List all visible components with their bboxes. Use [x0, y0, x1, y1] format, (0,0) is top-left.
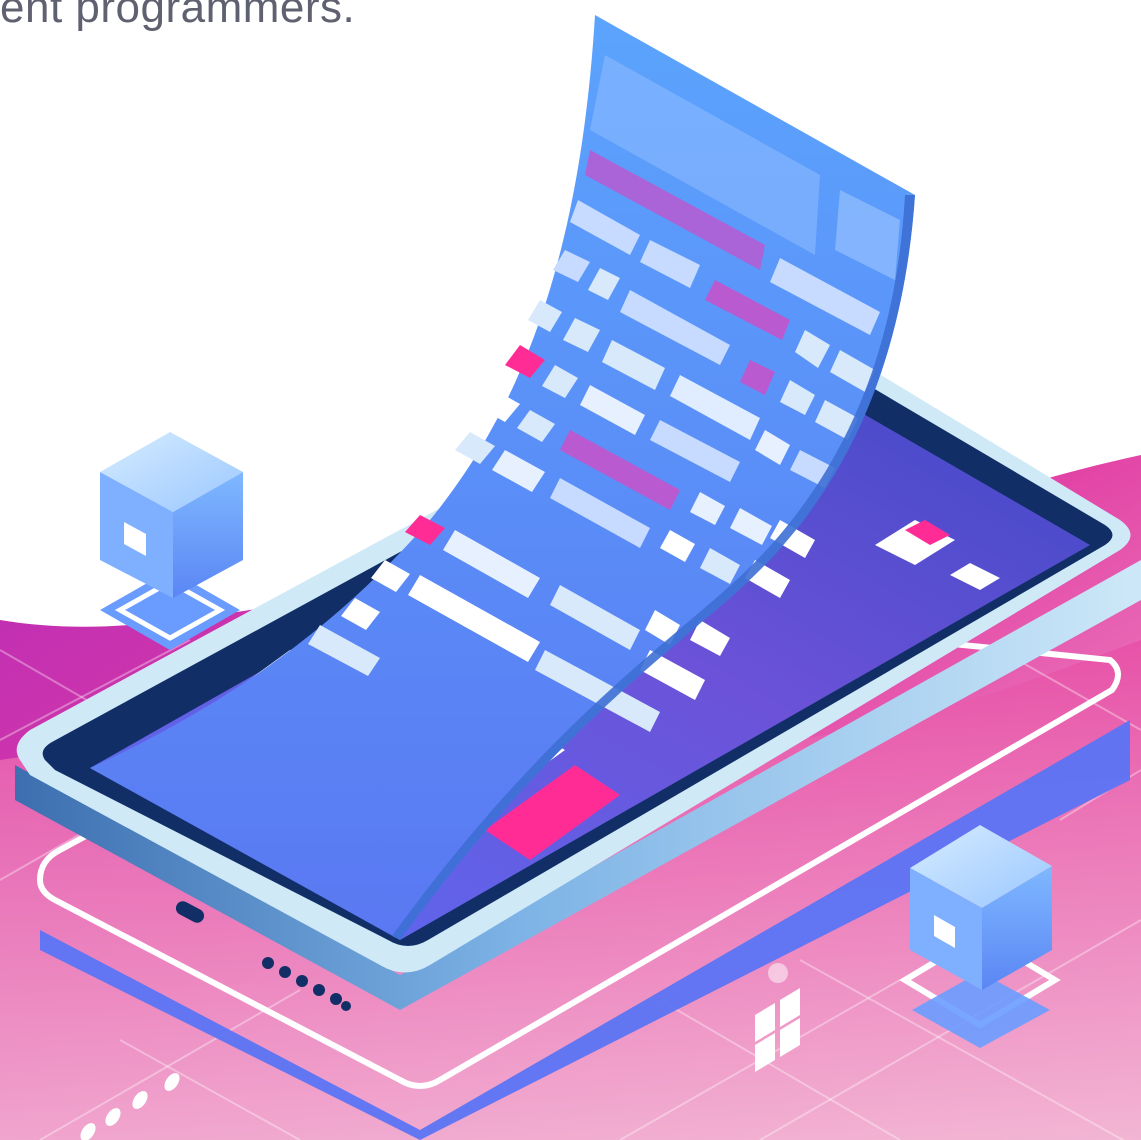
phone-illustration: [0, 15, 1141, 1140]
cube-icon: [100, 432, 243, 650]
cube-icon: [899, 825, 1061, 1048]
